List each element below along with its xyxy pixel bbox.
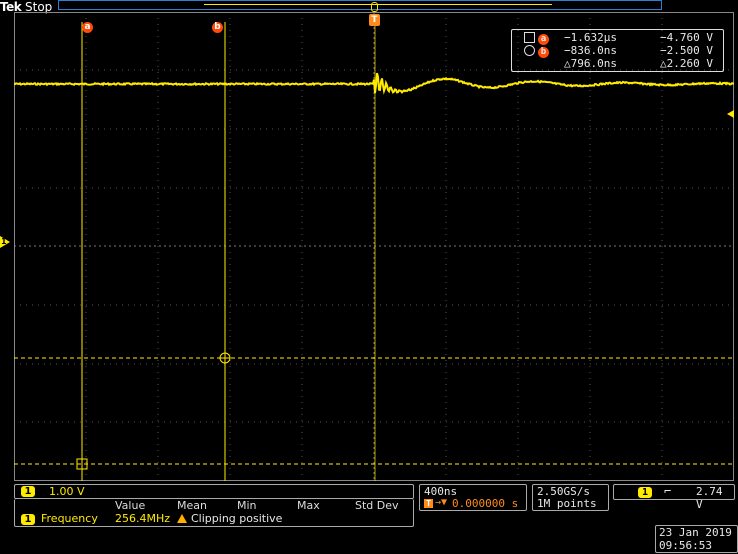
date: 23 Jan 2019 <box>659 526 732 539</box>
timebase-panel[interactable]: 400ns T →▼ 0.000000 s <box>419 484 527 511</box>
cursor-b-circle-icon <box>524 45 535 56</box>
trigger-level: 2.74 V <box>696 485 723 511</box>
trigger-position-marker[interactable]: T <box>369 14 380 26</box>
record-window <box>204 4 552 5</box>
cursor-a-voltage: −4.760 V <box>660 31 713 44</box>
meas-header-value: Value <box>115 499 146 512</box>
cursor-b-time: −836.0ns <box>564 44 617 57</box>
meas-header-min: Min <box>237 499 257 512</box>
meas-name: Frequency <box>41 512 98 525</box>
delay-arrow-icon: →▼ <box>435 497 448 508</box>
cursor-b-voltage: −2.500 V <box>660 44 713 57</box>
cursor-readout-panel: a −1.632µs −4.760 V b −836.0ns −2.500 V … <box>511 29 724 72</box>
time: 09:56:53 <box>659 539 712 552</box>
channel-1-ground-label: 1 <box>1 237 7 246</box>
delta-voltage: △2.260 V <box>660 57 713 70</box>
channel-1-scale: 1.00 V <box>49 485 85 498</box>
record-length: 1M points <box>537 497 597 510</box>
trigger-delay-icon: T <box>424 499 433 508</box>
waveform-trace <box>14 72 734 95</box>
channel-1-badge: 1 <box>21 486 35 497</box>
cursor-a-badge[interactable]: a <box>82 14 93 33</box>
meas-channel-badge: 1 <box>21 514 35 525</box>
meas-value: 256.4MHz <box>115 512 171 525</box>
cursor-a-square-icon <box>524 32 535 43</box>
waveform-display[interactable] <box>14 12 734 481</box>
channel-1-scale-panel[interactable]: 1 1.00 V <box>14 484 414 499</box>
delta-time: △796.0ns <box>564 57 617 70</box>
date-time-panel: 23 Jan 2019 09:56:53 <box>655 525 738 553</box>
horizontal-position: 0.000000 s <box>452 497 519 510</box>
meas-header-mean: Mean <box>177 499 207 512</box>
cursor-a-time: −1.632µs <box>564 31 617 44</box>
trigger-position-icon <box>371 2 378 12</box>
cursor-b-badge[interactable]: b <box>212 14 223 33</box>
meas-warning: Clipping positive <box>191 512 283 525</box>
cursor-a-readout-badge: a <box>538 31 549 45</box>
meas-header-stddev: Std Dev <box>355 499 399 512</box>
trigger-source-badge: 1 <box>638 487 652 498</box>
cursor-b-readout-badge: b <box>538 44 549 58</box>
trigger-level-arrow[interactable] <box>727 110 734 118</box>
acquisition-panel[interactable]: 2.50GS/s 1M points <box>532 484 609 511</box>
trigger-panel[interactable]: 1 ⌐ 2.74 V <box>613 484 735 511</box>
trigger-slope-icon: ⌐ <box>664 484 672 498</box>
record-view-bar[interactable] <box>58 0 662 10</box>
warning-icon <box>177 514 187 523</box>
meas-header-max: Max <box>297 499 320 512</box>
measurement-panel[interactable]: Value Mean Min Max Std Dev 1 Frequency 2… <box>14 499 414 527</box>
